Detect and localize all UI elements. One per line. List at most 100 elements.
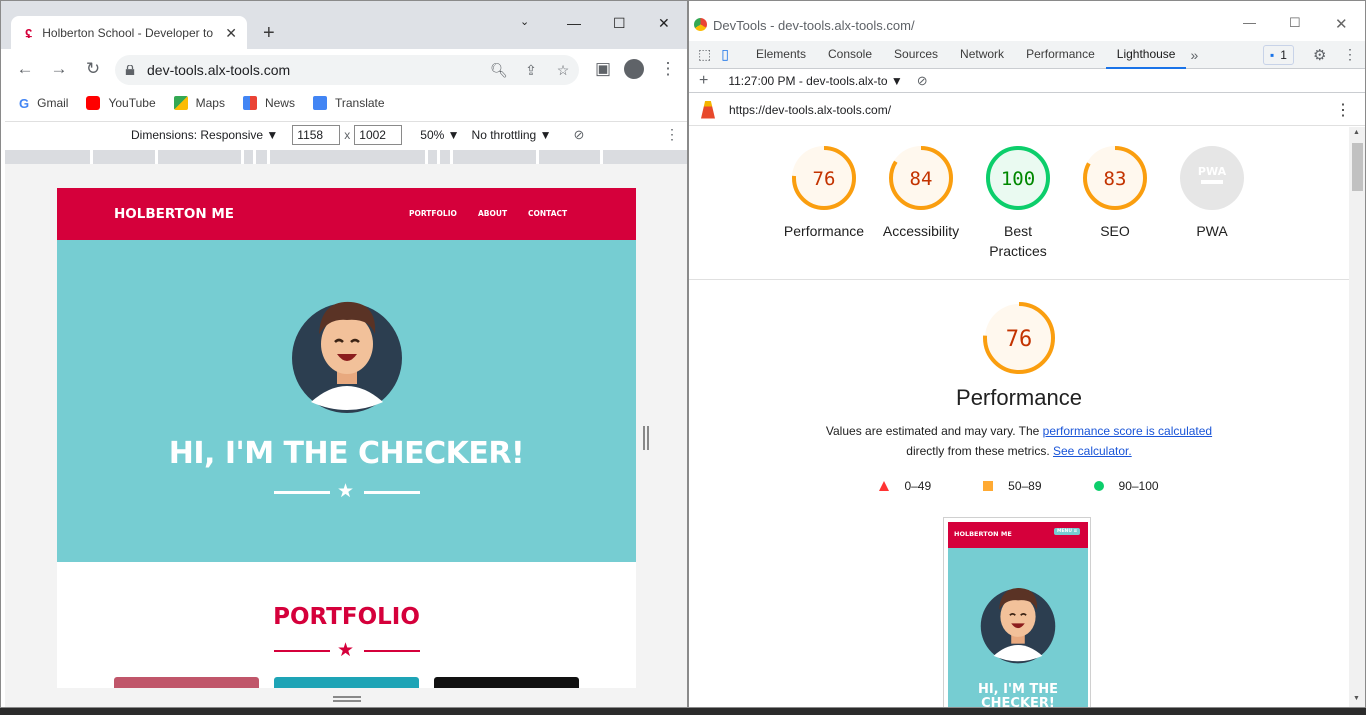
inspect-icon[interactable]: ⬚ — [698, 46, 711, 63]
gauge-label: Best Practices — [989, 223, 1047, 259]
resize-handle[interactable] — [643, 426, 649, 450]
tab-sources[interactable]: Sources — [883, 41, 949, 69]
dimensions-select[interactable]: Dimensions: Responsive ▼ — [131, 128, 278, 142]
tab-performance[interactable]: Performance — [1015, 41, 1106, 69]
gauge-performance[interactable]: 76 Performance — [775, 145, 873, 241]
minimize-icon[interactable]: — — [567, 15, 581, 31]
gauge-pwa[interactable]: PWA PWA — [1163, 145, 1261, 241]
devtools-menu-icon[interactable]: ⋮ — [1343, 46, 1357, 63]
pwa-dash — [1201, 180, 1223, 184]
maximize-icon[interactable]: ☐ — [1289, 15, 1301, 31]
star-icon: ★ — [337, 640, 355, 661]
see-calculator-link[interactable]: See calculator. — [1053, 444, 1132, 458]
portfolio-divider: ★ — [274, 640, 420, 663]
gauge-seo[interactable]: 83 SEO — [1066, 145, 1164, 241]
thumb-menu: MENU ≡ — [1054, 528, 1081, 535]
scroll-up-icon[interactable]: ▲ — [1353, 129, 1360, 136]
browser-toolbar: ← → ↻ dev-tools.alx-tools.com 🔍︎ ⇪ ☆ ▣ ⋮ — [1, 49, 687, 89]
issues-badge[interactable]: ▪ 1 — [1263, 45, 1294, 65]
zoom-select[interactable]: 50% ▼ — [420, 128, 459, 142]
tab-elements[interactable]: Elements — [745, 41, 817, 69]
media-query-ruler[interactable] — [5, 150, 687, 164]
performance-score: 76 — [1006, 327, 1033, 352]
tab-console[interactable]: Console — [817, 41, 883, 69]
report-url[interactable]: https://dev-tools.alx-tools.com/ — [729, 103, 891, 117]
bookmarks-bar: G Gmail YouTube Maps News Translate — [1, 89, 687, 117]
lighthouse-report: 76 Performance 84 Accessibility 100 Best Pract… — [689, 127, 1349, 707]
width-input[interactable] — [292, 124, 341, 145]
address-bar[interactable]: dev-tools.alx-tools.com 🔍︎ ⇪ ☆ — [115, 55, 579, 85]
rotate-icon[interactable]: ⊘ — [573, 127, 584, 143]
scroll-thumb[interactable] — [1352, 143, 1363, 191]
device-menu-icon[interactable]: ⋮ — [665, 126, 679, 143]
bookmark-translate[interactable]: Translate — [312, 96, 385, 110]
bookmark-maps[interactable]: Maps — [173, 96, 225, 110]
portfolio-card[interactable] — [114, 677, 259, 688]
lighthouse-icon — [701, 100, 715, 119]
lock-icon — [125, 65, 135, 75]
performance-title: Performance — [956, 385, 1082, 410]
reload-icon[interactable]: ↻ — [77, 59, 109, 79]
devtools-window: DevTools - dev-tools.alx-tools.com/ — ☐ … — [688, 0, 1366, 708]
hero-divider: ★ — [274, 481, 420, 504]
portfolio-card[interactable] — [274, 677, 419, 688]
profile-avatar[interactable] — [624, 59, 644, 79]
close-window-icon[interactable]: ✕ — [658, 15, 670, 32]
tab-search-icon[interactable]: ⌄ — [520, 15, 529, 28]
nav-about[interactable]: ABOUT — [478, 209, 507, 218]
settings-icon[interactable]: ⚙ — [1313, 46, 1326, 64]
close-tab-icon[interactable]: ✕ — [225, 25, 237, 42]
tab-network[interactable]: Network — [949, 41, 1015, 69]
scroll-down-icon[interactable]: ▼ — [1353, 695, 1360, 702]
back-icon[interactable]: ← — [9, 59, 41, 79]
side-panel-icon[interactable]: ▣ — [587, 59, 619, 79]
report-select[interactable]: 11:27:00 PM - dev-tools.alx-to ▼ — [728, 74, 902, 88]
close-window-icon[interactable]: ✕ — [1335, 15, 1348, 33]
bottom-resize-handle[interactable] — [333, 696, 361, 702]
more-tabs-icon[interactable]: » — [1190, 47, 1198, 63]
throttling-select[interactable]: No throttling ▼ — [472, 128, 552, 142]
forward-icon[interactable]: → — [43, 59, 75, 79]
height-input[interactable] — [354, 124, 403, 145]
bookmark-news[interactable]: News — [242, 96, 295, 110]
chrome-icon — [693, 17, 708, 32]
minimize-icon[interactable]: — — [1243, 15, 1256, 30]
report-scrollbar[interactable]: ▲ ▼ — [1349, 127, 1365, 707]
score-value: 76 — [813, 168, 836, 190]
new-tab-icon[interactable]: + — [263, 23, 275, 43]
nav-portfolio[interactable]: PORTFOLIO — [409, 209, 457, 218]
maximize-icon[interactable]: ☐ — [613, 15, 626, 32]
share-icon[interactable]: ⇪ — [515, 62, 547, 79]
legend-pass: 90–100 — [1093, 479, 1159, 493]
browser-window: ʢ Holberton School - Developer to ✕ + ⌄ … — [0, 0, 688, 708]
news-icon — [242, 96, 257, 110]
page-preview: HOLBERTON ME PORTFOLIO ABOUT CONTACT HI,… — [57, 188, 636, 688]
legend-average: 50–89 — [983, 479, 1042, 493]
zoom-icon[interactable]: 🔍︎ — [483, 62, 515, 79]
nav-contact[interactable]: CONTACT — [528, 209, 567, 218]
report-menu-icon[interactable]: ⋮ — [1335, 100, 1351, 120]
report-url-bar: https://dev-tools.alx-tools.com/ ⋮ — [689, 94, 1365, 126]
bookmark-star-icon[interactable]: ☆ — [547, 62, 579, 79]
device-toggle-icon[interactable]: ▯ — [721, 46, 729, 63]
tab-lighthouse[interactable]: Lighthouse — [1105, 41, 1187, 69]
devtools-title: DevTools - dev-tools.alx-tools.com/ — [713, 18, 915, 33]
tab-title: Holberton School - Developer to — [42, 26, 213, 40]
gauge-accessibility[interactable]: 84 Accessibility — [872, 145, 970, 241]
bookmark-gmail[interactable]: G Gmail — [19, 96, 68, 111]
score-calculated-link[interactable]: performance score is calculated — [1043, 424, 1212, 438]
square-icon — [983, 481, 994, 491]
portfolio-card[interactable] — [434, 677, 579, 688]
score-value: 84 — [910, 168, 933, 190]
final-screenshot-thumbnail[interactable]: HOLBERTON ME MENU ≡ HI, I'M THE CHECKER! — [943, 517, 1091, 707]
browser-tab[interactable]: ʢ Holberton School - Developer to ✕ — [11, 16, 247, 50]
avatar — [292, 301, 402, 413]
circle-icon — [1093, 481, 1104, 491]
new-report-icon[interactable]: + — [699, 72, 708, 90]
gauge-best-practices[interactable]: 100 Best Practices — [969, 145, 1067, 261]
bookmark-youtube[interactable]: YouTube — [86, 96, 156, 110]
browser-menu-icon[interactable]: ⋮ — [652, 59, 684, 79]
site-brand[interactable]: HOLBERTON ME — [114, 206, 234, 222]
clear-icon[interactable]: ⊘ — [917, 73, 928, 89]
portfolio-title: PORTFOLIO — [273, 604, 420, 630]
